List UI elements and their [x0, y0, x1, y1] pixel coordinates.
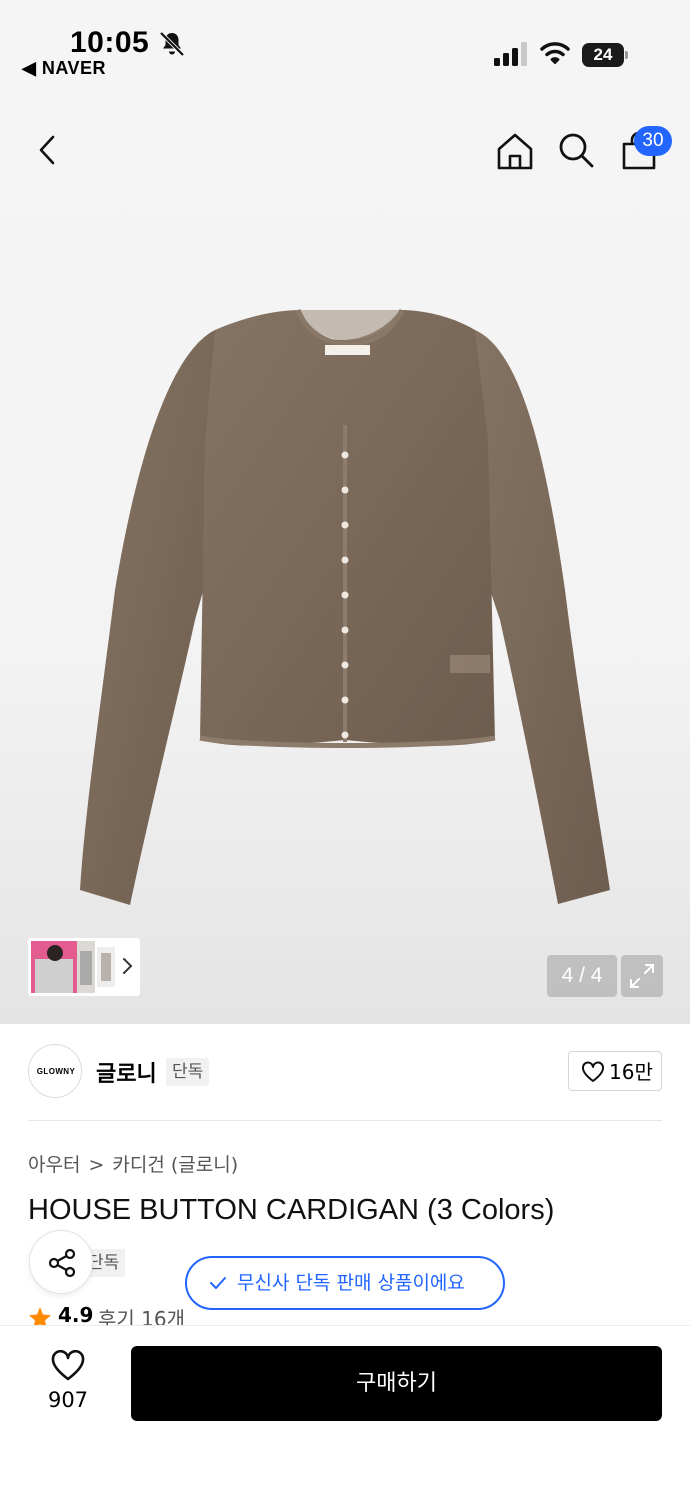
exclusive-badge: 단독: [166, 1058, 210, 1086]
expand-button[interactable]: [621, 955, 663, 997]
musinsa-notice-text: 무신사 단독 판매 상품이에요: [237, 1272, 465, 1294]
breadcrumb: 아우터 > 카디건 (글로니): [28, 1150, 238, 1177]
image-counter: 4 / 4: [547, 955, 617, 997]
battery-icon: 24: [582, 43, 628, 67]
musinsa-exclusive-notice[interactable]: 무신사 단독 판매 상품이에요: [185, 1256, 505, 1310]
thumbnail-images[interactable]: [31, 941, 115, 993]
heart-icon[interactable]: [50, 1350, 86, 1382]
heart-icon: [582, 1061, 604, 1082]
breadcrumb-category[interactable]: 아우터: [28, 1154, 80, 1176]
search-icon[interactable]: [556, 130, 596, 170]
check-icon: [210, 1277, 226, 1289]
signal-icon: [494, 42, 527, 66]
review-count[interactable]: 후기 16개: [98, 1303, 185, 1327]
breadcrumb-subcategory[interactable]: 카디건 (글로니): [112, 1154, 238, 1176]
product-gallery[interactable]: 30 4 / 4: [0, 90, 690, 1024]
share-icon: [48, 1248, 76, 1278]
product-title: HOUSE BUTTON CARDIGAN (3 Colors): [28, 1194, 555, 1226]
expand-icon: [630, 964, 654, 988]
divider: [28, 1120, 662, 1121]
brand-logo[interactable]: GLOWNY: [28, 1044, 82, 1098]
wish-count: 907: [47, 1388, 89, 1412]
share-button[interactable]: [29, 1230, 93, 1294]
brand-name[interactable]: 글로니: [96, 1056, 157, 1088]
back-to-naver-link[interactable]: ◀ NAVER: [22, 58, 106, 79]
brand-like-count: 16만: [609, 1060, 653, 1084]
battery-level: 24: [593, 45, 613, 64]
product-image[interactable]: [70, 290, 620, 920]
home-icon[interactable]: [494, 130, 536, 172]
status-bar: 10:05 ◀ NAVER 24: [0, 0, 690, 90]
cart-count-badge: 30: [634, 126, 672, 156]
bottom-action-bar: 907 구매하기: [0, 1325, 690, 1500]
bell-off-icon: [159, 31, 185, 57]
breadcrumb-separator: >: [88, 1154, 105, 1176]
brand-logo-text: GLOWNY: [36, 1067, 76, 1076]
status-time: 10:05: [70, 26, 150, 59]
star-icon: [29, 1307, 51, 1327]
rating-score: 4.9: [58, 1303, 94, 1327]
brand-like-button[interactable]: 16만: [568, 1051, 662, 1091]
chevron-right-icon[interactable]: [120, 956, 134, 976]
rating-summary[interactable]: 4.9 후기 16개: [28, 1303, 228, 1327]
back-arrow-icon[interactable]: [30, 132, 66, 168]
buy-button[interactable]: 구매하기: [131, 1346, 662, 1421]
wifi-icon: [540, 42, 570, 64]
thumbnail-strip[interactable]: [28, 938, 140, 996]
